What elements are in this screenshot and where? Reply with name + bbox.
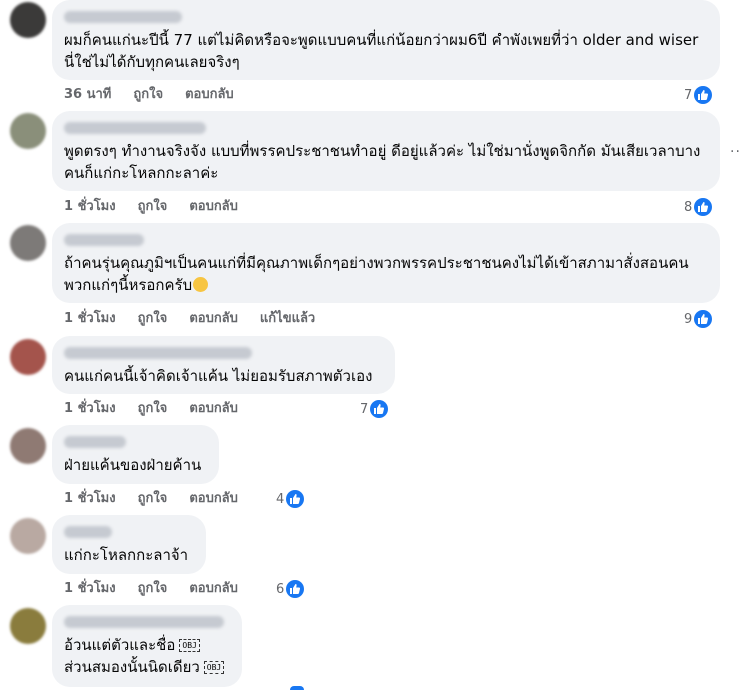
comment-text: พูดตรงๆ ทำงานจริงจัง แบบที่พรรคประชาชนทำ… [64,142,701,182]
comment-actions: 1 ชั่วโมง ถูกใจ ตอบกลับ [64,198,238,216]
comment-bubble: ถ้าคนรุ่นคุณภูมิฯเป็นคนแก่ที่มีคุณภาพเด็… [52,223,720,303]
like-button[interactable]: ถูกใจ [138,490,168,508]
reply-button[interactable]: ตอบกลับ [189,400,238,418]
author-name-blurred[interactable] [64,234,144,246]
like-button[interactable]: ถูกใจ [138,580,168,598]
comment-text: ผมก็คนแก่นะปีนี้ 77 แต่ไม่คิดหรือจะพูดแบ… [64,31,704,71]
avatar[interactable] [10,518,46,554]
thumbs-up-icon [694,310,713,328]
comment-text-line: อ้วนแต่ตัวและชื่อ [64,636,176,654]
reply-button[interactable]: ตอบกลับ [189,490,238,508]
thumbs-up-icon [370,400,389,418]
comment-text-line: ส่วนสมองนั้นนิดเดียว [64,658,200,676]
thumbs-up-icon [694,198,713,216]
reaction-count[interactable]: 8 [684,197,713,217]
like-button[interactable]: ถูกใจ [133,86,163,104]
like-count: 4 [276,491,285,507]
thumbs-up-icon [286,580,305,598]
comment-bubble: พูดตรงๆ ทำงานจริงจัง แบบที่พรรคประชาชนทำ… [52,111,720,191]
comment-bubble: อ้วนแต่ตัวและชื่อ OBJ ส่วนสมองนั้นนิดเดีย… [52,605,242,687]
author-name-blurred[interactable] [64,11,182,23]
comment-time: 1 ชั่วโมง [64,581,116,596]
reply-button[interactable]: ตอบกลับ [189,198,238,216]
comment-actions: 1 ชั่วโมง ถูกใจ ตอบกลับ [64,490,238,508]
reaction-count[interactable]: 6 [276,579,305,599]
comment-text: ถ้าคนรุ่นคุณภูมิฯเป็นคนแก่ที่มีคุณภาพเด็… [64,252,708,296]
comment-time: 1 ชั่วโมง [64,491,116,506]
comment-bubble: แก่กะโหลกกะลาจ้า [52,515,206,574]
comment-actions: 1 ชั่วโมง ถูกใจ ตอบกลับ [64,400,238,418]
avatar[interactable] [10,2,46,38]
comment-text: อ้วนแต่ตัวและชื่อ OBJ ส่วนสมองนั้นนิดเดีย… [64,634,230,678]
object-placeholder-icon: OBJ [203,661,225,674]
comment-bubble: ฝ่ายแค้นของฝ่ายค้าน [52,425,219,484]
like-button[interactable]: ถูกใจ [138,310,168,328]
thumbs-up-icon [694,86,713,104]
author-name-blurred[interactable] [64,122,206,134]
edited-label[interactable]: แก้ไขแล้ว [260,310,315,328]
avatar[interactable] [10,428,46,464]
thumbs-up-icon [290,686,304,690]
author-name-blurred[interactable] [64,616,224,628]
comment-actions: 36 นาที ถูกใจ ตอบกลับ [64,86,234,104]
like-count: 7 [684,87,693,103]
comment-text: ฝ่ายแค้นของฝ่ายค้าน [64,456,202,474]
comment-text: คนแก่คนนี้เจ้าคิดเจ้าแค้น ไม่ยอมรับสภาพต… [64,367,373,385]
avatar[interactable] [10,339,46,375]
like-count: 9 [684,311,693,327]
author-name-blurred[interactable] [64,436,126,448]
comment-actions: 1 ชั่วโมง ถูกใจ ตอบกลับ [64,580,238,598]
object-placeholder-icon: OBJ [179,639,200,652]
author-name-blurred[interactable] [64,347,252,359]
like-count: 8 [684,199,693,215]
comment-text-content: ถ้าคนรุ่นคุณภูมิฯเป็นคนแก่ที่มีคุณภาพเด็… [64,254,689,294]
comment-time: 36 นาที [64,87,112,102]
thumbs-up-icon [286,490,305,508]
reaction-count[interactable]: 4 [276,489,305,509]
avatar[interactable] [10,225,46,261]
like-count: 6 [276,581,285,597]
reaction-count[interactable]: 7 [684,85,713,105]
comment-actions: 1 ชั่วโมง ถูกใจ ตอบกลับ แก้ไขแล้ว [64,310,315,328]
reaction-count[interactable]: 9 [684,309,713,329]
avatar[interactable] [10,113,46,149]
comment-time: 1 ชั่วโมง [64,401,116,416]
reply-button[interactable]: ตอบกลับ [185,86,234,104]
reaction-count[interactable]: 7 [360,399,389,419]
avatar[interactable] [10,608,46,644]
reply-button[interactable]: ตอบกลับ [189,580,238,598]
comment-bubble: ผมก็คนแก่นะปีนี้ 77 แต่ไม่คิดหรือจะพูดแบ… [52,0,720,80]
like-button[interactable]: ถูกใจ [138,400,168,418]
like-count: 7 [360,401,369,417]
author-name-blurred[interactable] [64,526,112,538]
more-options-icon[interactable]: ··· [730,144,742,160]
reply-button[interactable]: ตอบกลับ [189,310,238,328]
comment-bubble: คนแก่คนนี้เจ้าคิดเจ้าแค้น ไม่ยอมรับสภาพต… [52,336,395,394]
comment-time: 1 ชั่วโมง [64,311,116,326]
comment-text: แก่กะโหลกกะลาจ้า [64,546,189,564]
comment-time: 1 ชั่วโมง [64,199,116,214]
like-button[interactable]: ถูกใจ [138,198,168,216]
grinning-face-emoji-icon [193,277,209,292]
